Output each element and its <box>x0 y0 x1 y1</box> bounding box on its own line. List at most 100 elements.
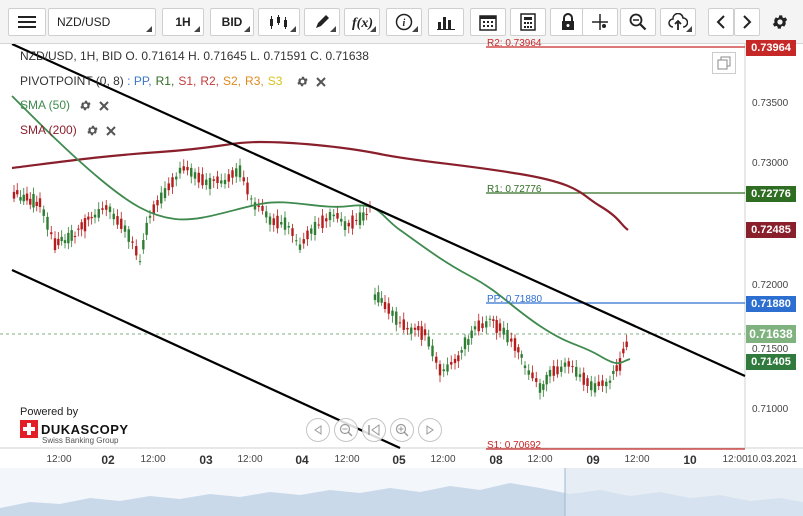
close-icon[interactable] <box>98 100 110 112</box>
candle-body <box>563 362 567 367</box>
menu-button[interactable] <box>8 8 46 36</box>
pivot-r2-label: R2: 0.73964 <box>487 38 542 49</box>
gear-icon[interactable] <box>86 124 99 137</box>
candle-body <box>417 326 420 331</box>
overview-navigator[interactable] <box>0 468 803 516</box>
swiss-flag-icon <box>20 420 38 438</box>
dropdown-arrow-icon <box>290 26 296 32</box>
candle-body <box>108 206 112 213</box>
candle-body <box>402 319 405 330</box>
menu-icon <box>18 16 36 28</box>
bar-chart-icon <box>437 17 455 30</box>
candle-body <box>485 321 488 328</box>
candle-body <box>438 364 442 376</box>
lock-button[interactable] <box>550 8 586 36</box>
candle-body <box>201 174 204 186</box>
brand-subtitle: Swiss Banking Group <box>42 436 119 445</box>
candle-body <box>495 320 498 333</box>
price-box-r1: 0.72776 <box>746 186 796 202</box>
indicators-button[interactable]: f(x) <box>344 8 380 36</box>
candle-body <box>63 240 67 244</box>
candle-body <box>473 326 477 330</box>
restore-window-button[interactable] <box>712 52 736 74</box>
candle-body <box>467 339 470 345</box>
navigator-window[interactable] <box>565 468 803 516</box>
timeframe-selector[interactable]: 1H <box>162 8 204 36</box>
candle-body <box>175 176 178 180</box>
candle-body <box>60 236 63 242</box>
candle-body <box>148 215 152 218</box>
scroll-back-button[interactable] <box>306 418 330 442</box>
candle-body <box>131 241 134 243</box>
chevron-left-icon <box>716 15 725 29</box>
calculator-button[interactable] <box>510 8 546 36</box>
reset-view-button[interactable] <box>362 418 386 442</box>
candle-body <box>377 292 380 303</box>
candle-body <box>272 218 275 226</box>
sma50-legend: SMA (50) <box>20 98 110 112</box>
pivot-legend-item: R1, <box>155 74 175 88</box>
chart-area[interactable]: NZD/USD, 1H, BID O. 0.71614 H. 0.71645 L… <box>0 38 803 516</box>
candle-body <box>615 365 618 372</box>
candle-body <box>220 180 223 184</box>
gear-icon[interactable] <box>296 75 309 88</box>
candle-body <box>242 177 245 182</box>
settings-button[interactable] <box>766 8 794 36</box>
candle-body <box>87 216 90 220</box>
y-tick: 0.73000 <box>752 158 789 169</box>
candle-body <box>302 239 305 244</box>
chart-type-button[interactable] <box>258 8 300 36</box>
candle-body <box>612 370 615 374</box>
candle-body <box>80 222 83 230</box>
svg-text:i: i <box>403 18 406 29</box>
candle-body <box>105 205 108 210</box>
close-icon[interactable] <box>315 76 327 88</box>
candle-body <box>498 323 502 331</box>
symbol-selector[interactable]: NZD/USD <box>48 8 156 36</box>
candle-body <box>380 298 383 303</box>
candle-body <box>156 200 159 206</box>
pivot-legend-item: : PP, <box>127 74 152 88</box>
y-tick: 0.71000 <box>752 404 789 415</box>
candle-body <box>268 216 272 225</box>
pivot-r1-label: R1: 0.72776 <box>487 184 542 195</box>
zoom-out-icon <box>339 423 353 437</box>
crosshair-button[interactable] <box>582 8 618 36</box>
close-icon[interactable] <box>105 125 117 137</box>
scroll-left-button[interactable] <box>708 8 734 36</box>
candle-body <box>280 222 283 225</box>
x-tick-day: 09 <box>586 453 600 467</box>
candle-body <box>216 176 219 184</box>
dropdown-arrow-icon <box>686 26 692 32</box>
candle-body <box>50 232 53 235</box>
scroll-forward-button[interactable] <box>418 418 442 442</box>
zoom-in-button[interactable] <box>390 418 414 442</box>
candle-body <box>163 188 167 199</box>
candle-body <box>298 244 302 250</box>
candle-body <box>395 311 398 325</box>
dropdown-arrow-icon <box>370 26 376 32</box>
volume-button[interactable] <box>428 8 464 36</box>
candle-body <box>362 212 365 221</box>
symbol-label: NZD/USD <box>57 15 111 29</box>
zoom-out-button[interactable] <box>334 418 358 442</box>
candle-body <box>197 172 200 183</box>
candle-body <box>306 230 309 240</box>
candle-body <box>231 170 234 178</box>
info-button[interactable]: i <box>386 8 422 36</box>
zoom-button[interactable] <box>620 8 656 36</box>
draw-tools-button[interactable] <box>304 8 340 36</box>
calendar-button[interactable] <box>470 8 506 36</box>
candle-body <box>450 362 453 365</box>
price-chart[interactable] <box>0 44 803 516</box>
candle-body <box>127 229 130 242</box>
scroll-right-button[interactable] <box>734 8 760 36</box>
price-box-sma50: 0.71405 <box>746 354 796 370</box>
upload-button[interactable] <box>660 8 696 36</box>
powered-by-label: Powered by <box>20 406 79 418</box>
gear-icon[interactable] <box>79 99 92 112</box>
price-side-selector[interactable]: BID <box>210 8 254 36</box>
x-tick: 12:00 <box>334 454 360 465</box>
candle-body <box>618 358 622 371</box>
x-tick-day: 04 <box>295 453 309 467</box>
